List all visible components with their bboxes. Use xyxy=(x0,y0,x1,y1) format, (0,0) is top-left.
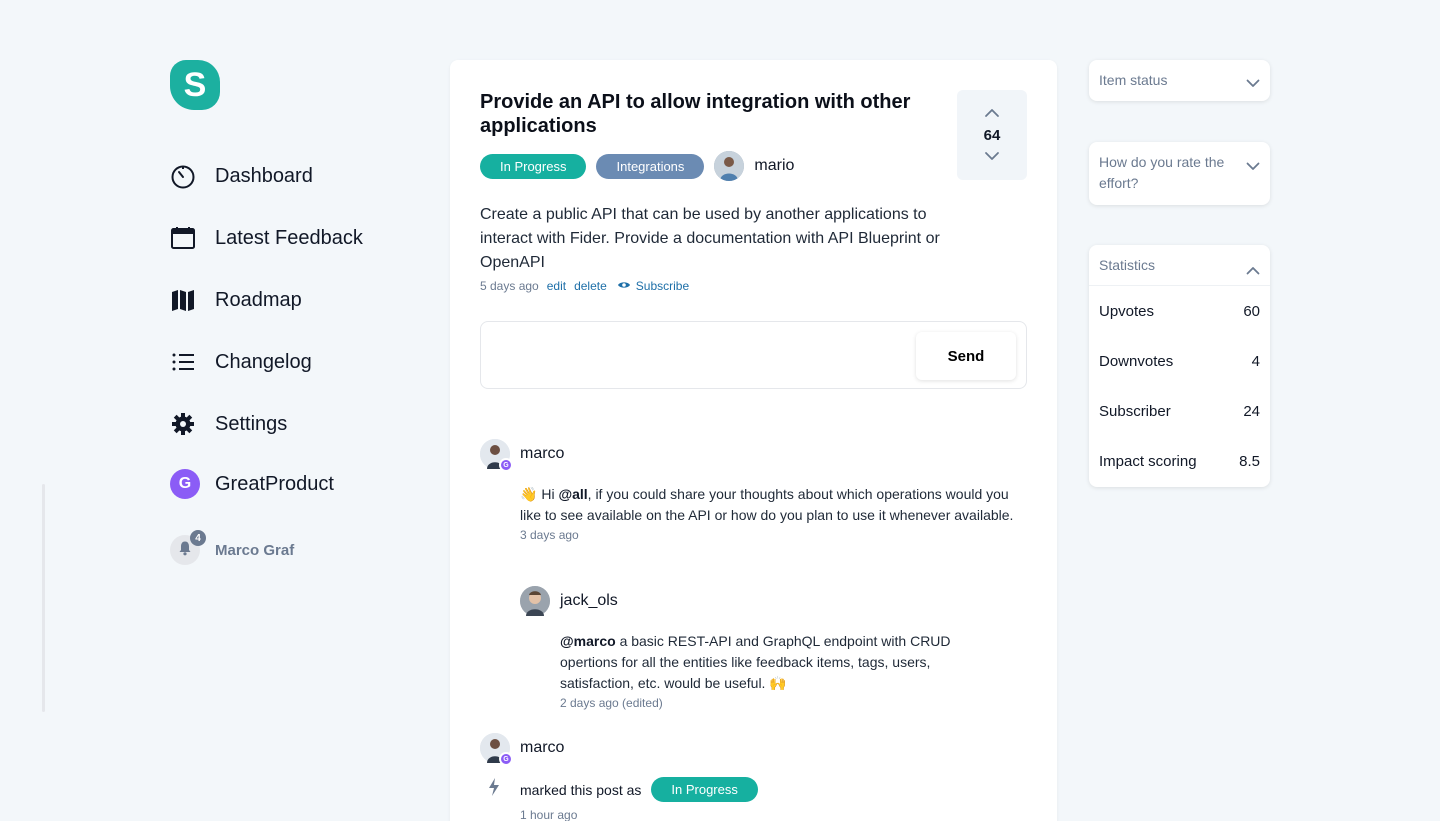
avatar xyxy=(520,586,550,616)
status-change-time: 1 hour ago xyxy=(520,808,578,821)
statistics-header[interactable]: Statistics xyxy=(1089,245,1270,286)
post-time: 5 days ago xyxy=(480,279,539,293)
chevron-down-icon xyxy=(1246,73,1260,94)
status-change-text: marked this post as xyxy=(520,781,642,798)
nav-item-settings[interactable]: Settings xyxy=(170,393,430,455)
send-button[interactable]: Send xyxy=(916,332,1016,380)
stat-label: Impact scoring xyxy=(1099,452,1197,470)
comment-author[interactable]: marco xyxy=(520,739,564,757)
workspace-mini-badge: G xyxy=(499,458,513,472)
status-badge[interactable]: In Progress xyxy=(651,777,758,802)
stat-value: 4 xyxy=(1251,352,1260,370)
avatar: G xyxy=(480,439,513,472)
stat-value: 60 xyxy=(1243,302,1260,320)
workspace-mini-badge: G xyxy=(499,752,513,766)
waving-hand-emoji: 👋 xyxy=(520,486,538,502)
map-icon xyxy=(170,285,200,315)
nav-label: Roadmap xyxy=(215,288,302,311)
comment-author[interactable]: jack_ols xyxy=(560,592,618,610)
nav-item-changelog[interactable]: Changelog xyxy=(170,331,430,393)
comment-time: 2 days ago (edited) xyxy=(560,696,663,710)
comment-time: 3 days ago xyxy=(520,528,579,542)
reply-body: @marco a basic REST-API and GraphQL endp… xyxy=(560,631,1000,710)
stat-value: 8.5 xyxy=(1239,452,1260,470)
post-title: Provide an API to allow integration with… xyxy=(480,91,911,137)
workspace-letter: G xyxy=(178,475,192,492)
effort-label: How do you rate the effort? xyxy=(1099,154,1225,191)
downvote-chevron-down-icon[interactable] xyxy=(984,148,1000,166)
comment-text-prefix: Hi xyxy=(541,486,555,502)
notification-count-badge: 4 xyxy=(190,530,206,546)
edit-link[interactable]: edit xyxy=(547,279,566,293)
mention[interactable]: @marco xyxy=(560,633,616,649)
stat-label: Upvotes xyxy=(1099,302,1155,320)
comment-composer[interactable]: Send xyxy=(480,321,1027,389)
item-status-label: Item status xyxy=(1099,72,1168,88)
mention[interactable]: @all xyxy=(558,486,587,502)
status-badge[interactable]: In Progress xyxy=(480,153,587,179)
calendar-icon xyxy=(170,223,200,253)
logo-letter: S xyxy=(183,65,207,104)
comment-text: a basic REST-API and GraphQL endpoint wi… xyxy=(560,633,951,691)
eye-icon xyxy=(617,279,631,293)
list-icon xyxy=(170,347,200,377)
dashboard-gauge-icon xyxy=(170,161,200,191)
stat-label: Downvotes xyxy=(1099,352,1174,370)
status-change-row: marked this post as In Progress xyxy=(486,777,758,802)
nav-item-dashboard[interactable]: Dashboard xyxy=(170,145,430,207)
comment-body: 👋 Hi @all, if you could share your thoug… xyxy=(520,484,1020,542)
comment: G marco xyxy=(480,439,564,472)
user-menu[interactable]: 4 Marco Graf xyxy=(170,530,430,565)
vote-widget: 64 xyxy=(957,90,1027,180)
notification-bell[interactable]: 4 xyxy=(170,530,206,565)
sidebar: S Dashboard Latest Feedback Roadmap Chan… xyxy=(170,60,430,565)
statistics-title: Statistics xyxy=(1099,257,1156,273)
workspace-switcher[interactable]: G GreatProduct xyxy=(170,455,430,513)
post-description: Create a public API that can be used by … xyxy=(480,206,940,271)
nav-label: Dashboard xyxy=(215,164,313,187)
delete-link[interactable]: delete xyxy=(574,279,607,293)
comment-text: , if you could share your thoughts about… xyxy=(520,486,1014,523)
stat-row-subscriber: Subscriber 24 xyxy=(1089,386,1270,436)
vote-count: 64 xyxy=(983,126,1001,144)
avatar: G xyxy=(480,733,513,766)
effort-dropdown[interactable]: How do you rate the effort? xyxy=(1089,142,1270,205)
nav-label: Latest Feedback xyxy=(215,226,363,249)
tag-badge[interactable]: Integrations xyxy=(596,153,705,179)
subscribe-link[interactable]: Subscribe xyxy=(617,279,689,293)
stat-row-downvotes: Downvotes 4 xyxy=(1089,336,1270,386)
reply: jack_ols xyxy=(520,586,618,616)
stat-row-upvotes: Upvotes 60 xyxy=(1089,286,1270,336)
subscribe-label: Subscribe xyxy=(635,279,690,293)
main-nav: Dashboard Latest Feedback Roadmap Change… xyxy=(170,145,430,513)
nav-item-latest-feedback[interactable]: Latest Feedback xyxy=(170,207,430,269)
post-actions: 5 days ago edit delete Subscribe xyxy=(480,279,1027,293)
nav-label: Changelog xyxy=(215,350,312,373)
author-name[interactable]: mario xyxy=(754,157,794,175)
chevron-up-icon xyxy=(1246,260,1260,281)
workspace-label: GreatProduct xyxy=(215,472,334,495)
comment-author[interactable]: marco xyxy=(520,445,564,463)
brand-logo[interactable]: S xyxy=(170,60,220,110)
stat-row-impact-scoring: Impact scoring 8.5 xyxy=(1089,436,1270,486)
statistics-panel: Statistics Upvotes 60 Downvotes 4 Subscr… xyxy=(1089,245,1270,487)
workspace-avatar: G xyxy=(170,469,200,499)
status-change-entry: G marco xyxy=(480,733,564,766)
stat-value: 24 xyxy=(1243,402,1260,420)
chevron-down-icon xyxy=(1246,156,1260,177)
upvote-chevron-up-icon[interactable] xyxy=(984,105,1000,123)
item-status-dropdown[interactable]: Item status xyxy=(1089,60,1270,101)
lightning-icon xyxy=(486,777,502,802)
stat-label: Subscriber xyxy=(1099,402,1171,420)
user-name: Marco Graf xyxy=(215,541,295,559)
author-avatar xyxy=(714,151,745,181)
nav-item-roadmap[interactable]: Roadmap xyxy=(170,269,430,331)
post-meta: In Progress Integrations mario xyxy=(480,151,1027,181)
thread-line xyxy=(42,484,45,712)
gear-icon xyxy=(170,409,200,439)
nav-label: Settings xyxy=(215,412,288,435)
